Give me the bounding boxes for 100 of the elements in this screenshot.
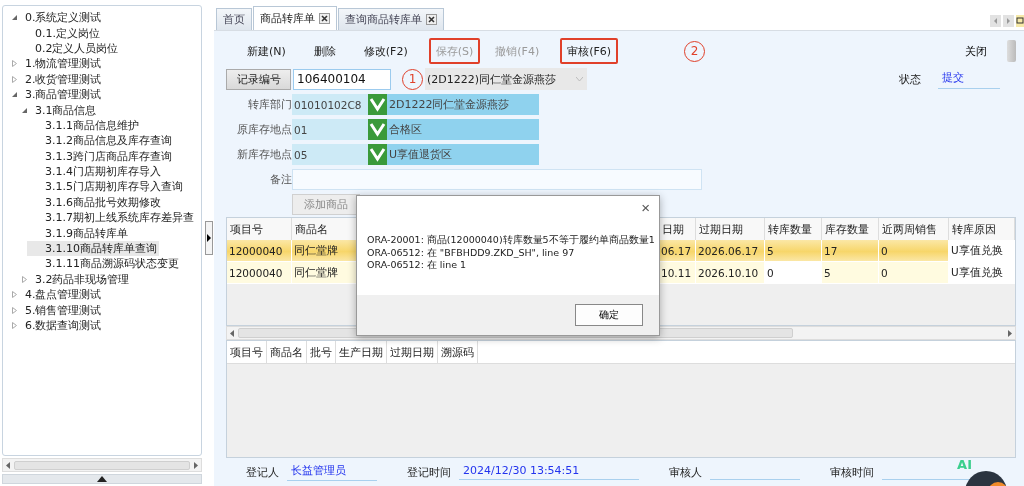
- tree-item[interactable]: 6.数据查询测试: [7, 317, 104, 334]
- collapse-arrow-icon[interactable]: [10, 14, 18, 22]
- tree-item[interactable]: 3.2药品非现场管理: [17, 271, 132, 288]
- error-message: ORA-06512: 在 line 1: [367, 259, 468, 272]
- toolbar-button[interactable]: 审核(F6): [560, 38, 619, 64]
- field-label: 转库部门: [247, 97, 292, 112]
- tree-item[interactable]: 3.1.6商品批号效期修改: [27, 194, 163, 211]
- check-icon[interactable]: [368, 144, 387, 165]
- close-button[interactable]: ×: [638, 199, 653, 216]
- close-button[interactable]: 关闭: [959, 42, 993, 60]
- toolbar-button[interactable]: 修改(F2): [356, 38, 415, 64]
- table-cell: 17: [822, 240, 879, 262]
- table-cell: 12000040: [227, 240, 292, 262]
- caret-icon: [576, 77, 583, 81]
- scrollbar-thumb[interactable]: [1007, 40, 1016, 62]
- window-icon[interactable]: [1016, 15, 1024, 27]
- footer-value: 2024/12/30 13:54:51: [459, 464, 639, 480]
- error-message: ORA-06512: 在 "BFBHDD9.ZKD_SH", line 97: [367, 246, 576, 259]
- store-dropdown[interactable]: (2D1222)同仁堂金源燕莎: [425, 68, 587, 90]
- table-cell: 0: [765, 262, 822, 284]
- check-icon[interactable]: [368, 94, 387, 115]
- speed-widget-icon[interactable]: [964, 470, 1008, 486]
- tree-item[interactable]: 3.1.9商品转库单: [27, 225, 130, 241]
- tab[interactable]: 首页: [216, 8, 252, 30]
- tree-item[interactable]: 3.1.3跨门店商品库存查询: [27, 148, 174, 164]
- table-cell: 2026.10.10: [696, 262, 765, 284]
- tree-item[interactable]: 3.1.10商品转库单查询: [27, 240, 159, 257]
- tree-item[interactable]: 0.1.定义岗位: [17, 25, 102, 41]
- check-icon[interactable]: [368, 119, 387, 140]
- name-field[interactable]: U享值退货区: [387, 144, 539, 165]
- record-number-field[interactable]: 106400104: [293, 68, 391, 90]
- footer-value: 长益管理员: [287, 463, 377, 481]
- tree-item[interactable]: 2.收货管理测试: [7, 71, 104, 87]
- toolbar-button[interactable]: 删除: [306, 38, 343, 64]
- scroll-left-icon[interactable]: [5, 461, 11, 469]
- column-header[interactable]: 批号: [307, 341, 336, 363]
- column-header[interactable]: 近两周销售: [879, 218, 949, 240]
- remark-field[interactable]: [292, 169, 702, 190]
- column-header[interactable]: 溯源码: [438, 341, 478, 363]
- table-cell: 5: [822, 262, 879, 284]
- column-header[interactable]: 商品名: [267, 341, 307, 363]
- record-number-label: 记录编号: [226, 68, 291, 90]
- column-header[interactable]: 转库原因: [949, 218, 1015, 240]
- tree-item[interactable]: 3.1商品信息: [17, 102, 99, 118]
- tree-item[interactable]: 1.物流管理测试: [7, 56, 104, 72]
- scroll-right-icon[interactable]: [1007, 329, 1013, 337]
- table-cell: 10.11: [659, 262, 696, 284]
- table-cell: 06.17: [659, 240, 696, 262]
- table-cell: 0: [879, 262, 949, 284]
- tree-item[interactable]: 3.1.4门店期初库存导入: [27, 163, 163, 180]
- horizontal-scrollbar[interactable]: [2, 458, 203, 472]
- close-tab-icon[interactable]: [319, 13, 330, 24]
- tree-item[interactable]: 5.销售管理测试: [7, 302, 104, 318]
- splitter-handle-icon[interactable]: [205, 221, 213, 255]
- status-value: 提交: [938, 69, 1000, 89]
- column-header[interactable]: 过期日期: [387, 341, 438, 363]
- scroll-left-icon[interactable]: [990, 15, 1001, 27]
- table-cell: U享值兑换: [949, 262, 1015, 284]
- scroll-left-icon[interactable]: [229, 329, 235, 337]
- collapse-up-icon[interactable]: [97, 476, 107, 482]
- tree-item[interactable]: 0.系统定义测试: [7, 10, 104, 26]
- scroll-right-icon[interactable]: [1003, 15, 1014, 27]
- tree-item[interactable]: 3.商品管理测试: [7, 86, 104, 103]
- column-header[interactable]: 项目号: [227, 218, 292, 240]
- name-field[interactable]: 合格区: [387, 119, 539, 140]
- footer-label: 审核人: [669, 464, 702, 480]
- column-header[interactable]: 转库数量: [765, 218, 822, 240]
- table-cell: 0: [879, 240, 949, 262]
- tree-item[interactable]: 3.1.5门店期初库存导入查询: [27, 179, 185, 195]
- close-tab-icon[interactable]: [426, 14, 437, 25]
- column-header[interactable]: 项目号: [227, 341, 267, 363]
- table-cell: U享值兑换: [949, 240, 1015, 262]
- field-label: 原库存地点: [236, 122, 292, 137]
- table-cell: 2026.06.17: [696, 240, 765, 262]
- tree-item[interactable]: 3.1.2商品信息及库存查询: [27, 133, 174, 149]
- field-label: 新库存地点: [236, 147, 292, 162]
- column-header[interactable]: 生产日期: [336, 341, 387, 363]
- ok-button[interactable]: 确定: [575, 304, 643, 326]
- toolbar-button[interactable]: 新建(N): [240, 38, 293, 64]
- code-field[interactable]: 05: [292, 144, 368, 165]
- tab[interactable]: 商品转库单: [253, 6, 337, 30]
- tab[interactable]: 查询商品转库单: [338, 8, 444, 30]
- tree-item[interactable]: 0.2定义人员岗位: [17, 40, 121, 57]
- tree-item[interactable]: 3.1.7期初上线系统库存差异查: [27, 210, 196, 226]
- code-field[interactable]: 01: [292, 119, 368, 140]
- table-cell: 5: [765, 240, 822, 262]
- field-label: 备注: [269, 172, 292, 187]
- scroll-right-icon[interactable]: [193, 461, 200, 469]
- column-header[interactable]: 过期日期: [696, 218, 765, 240]
- footer-label: 登记人: [246, 464, 279, 480]
- name-field[interactable]: 2D1222同仁堂金源燕莎: [387, 94, 539, 115]
- footer-label: 审核时间: [830, 464, 874, 480]
- column-header[interactable]: 库存数量: [822, 218, 879, 240]
- footer-label: 登记时间: [407, 464, 451, 480]
- table-cell: 12000040: [227, 262, 292, 284]
- tree-item[interactable]: 3.1.1商品信息维护: [27, 117, 141, 134]
- code-field[interactable]: 01010102C8: [292, 94, 368, 115]
- column-header[interactable]: 日期: [659, 218, 696, 240]
- tree-item[interactable]: 3.1.11商品溯源码状态变更: [27, 256, 181, 272]
- tree-item[interactable]: 4.盘点管理测试: [7, 287, 104, 303]
